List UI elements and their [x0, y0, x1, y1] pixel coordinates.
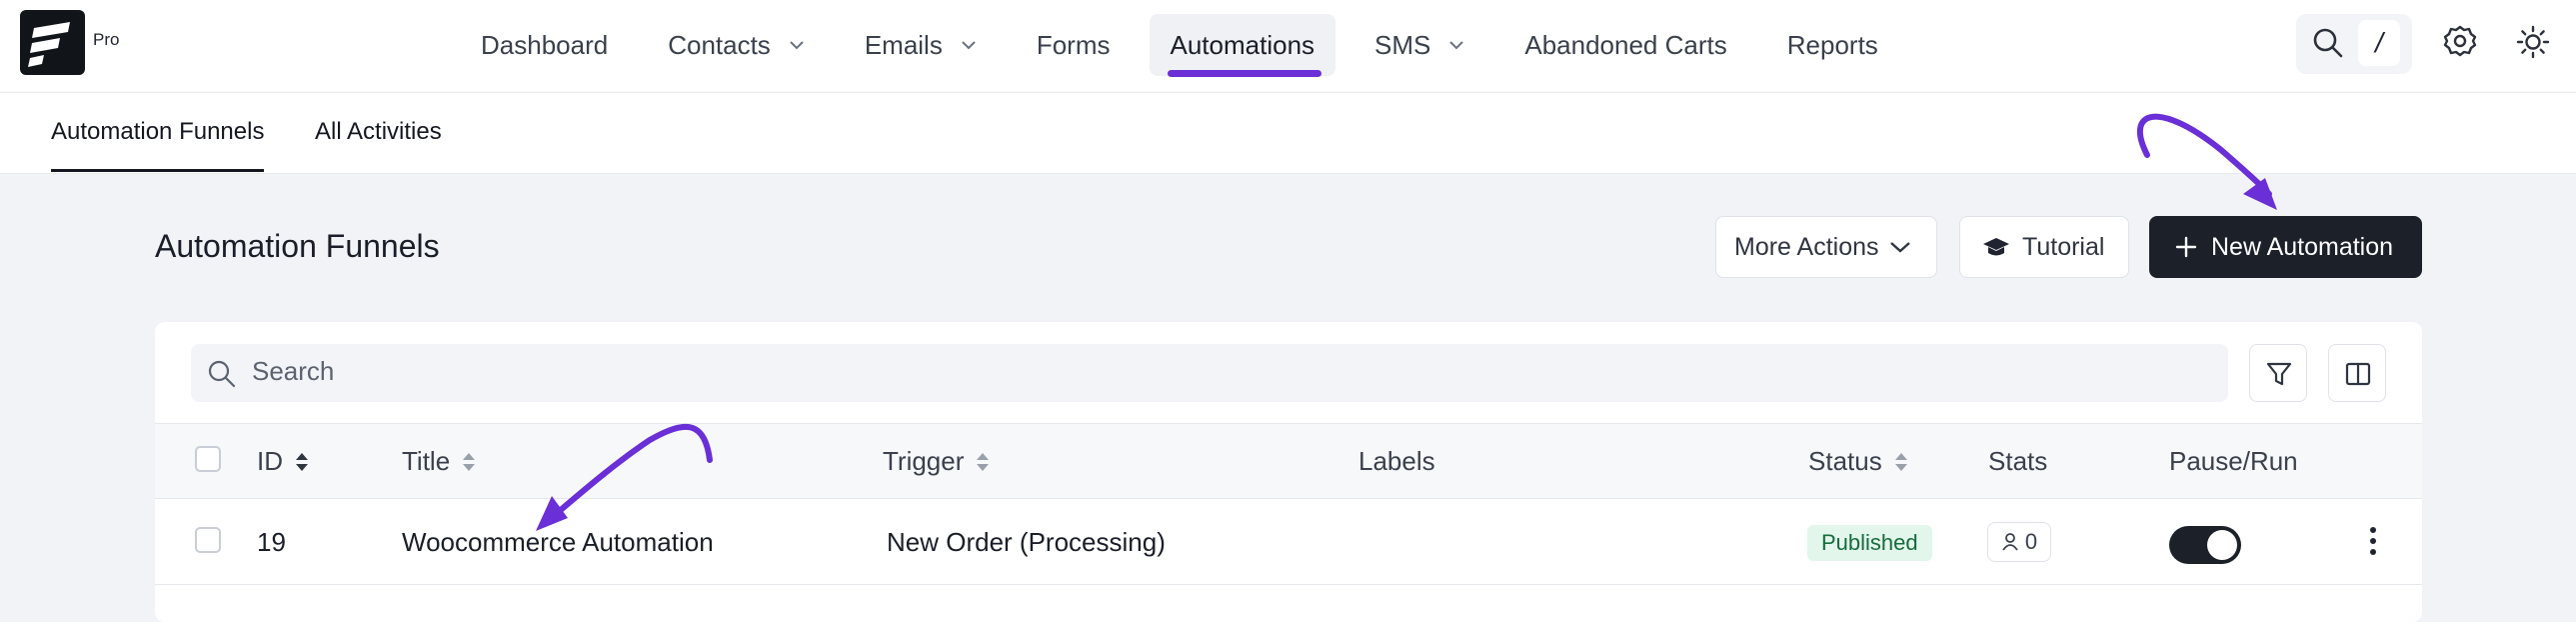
columns-button[interactable]: [2328, 344, 2386, 402]
sun-icon[interactable]: [2515, 24, 2551, 60]
row-title-link[interactable]: Woocommerce Automation: [402, 527, 714, 558]
plus-icon: [2175, 236, 2197, 258]
column-label: Stats: [1988, 446, 2048, 476]
column-pause-run: Pause/Run: [2169, 446, 2298, 477]
stats-button[interactable]: 0: [1987, 522, 2051, 562]
tab-label: All Activities: [315, 118, 442, 145]
column-trigger[interactable]: Trigger: [883, 446, 990, 477]
sort-icon: [296, 452, 308, 471]
nav-abandoned-carts[interactable]: Abandoned Carts: [1503, 14, 1747, 76]
tab-all-activities[interactable]: All Activities: [315, 93, 442, 171]
user-icon: [2002, 533, 2018, 551]
search-icon: [208, 360, 236, 388]
top-navigation-bar: Pro Dashboard Contacts Emails Forms Auto…: [0, 0, 2576, 93]
more-actions-label: More Actions: [1734, 232, 1879, 261]
sub-navigation: Automation Funnels All Activities: [0, 93, 2576, 174]
search-input[interactable]: [191, 344, 2228, 402]
column-label: Pause/Run: [2169, 446, 2298, 476]
chevron-down-icon: [790, 41, 804, 50]
nav-label: Automations: [1170, 29, 1315, 60]
column-status[interactable]: Status: [1808, 446, 1908, 477]
nav-label: Abandoned Carts: [1524, 29, 1727, 60]
graduation-cap-icon: [1983, 238, 2009, 256]
main-nav: Dashboard Contacts Emails Forms Automati…: [460, 14, 1917, 77]
tab-label: Automation Funnels: [51, 118, 265, 145]
tab-automation-funnels[interactable]: Automation Funnels: [51, 93, 265, 172]
more-actions-button[interactable]: More Actions: [1715, 216, 1937, 278]
filter-button[interactable]: [2249, 344, 2307, 402]
select-all-checkbox[interactable]: [195, 446, 221, 472]
status-label: Published: [1821, 530, 1918, 555]
chevron-down-icon: [1889, 242, 1910, 253]
plan-label: Pro: [93, 30, 120, 49]
search-icon: [2313, 28, 2343, 58]
tutorial-label: Tutorial: [2022, 232, 2105, 261]
column-label: Title: [402, 446, 451, 476]
tutorial-button[interactable]: Tutorial: [1959, 216, 2129, 278]
nav-reports[interactable]: Reports: [1766, 14, 1899, 76]
row-id: 19: [257, 527, 286, 557]
gear-icon[interactable]: [2443, 24, 2477, 58]
row-trigger: New Order (Processing): [887, 527, 1166, 557]
nav-dashboard[interactable]: Dashboard: [460, 14, 629, 76]
app-logo[interactable]: [20, 10, 85, 75]
search-shortcut-key: /: [2358, 20, 2400, 66]
nav-sms[interactable]: SMS: [1353, 14, 1485, 76]
nav-label: Contacts: [668, 29, 771, 60]
status-badge: Published: [1807, 525, 1932, 561]
nav-forms[interactable]: Forms: [1016, 14, 1132, 76]
chevron-down-icon: [962, 41, 976, 50]
sort-icon: [463, 452, 476, 471]
search-placeholder: Search: [252, 356, 335, 386]
nav-label: Reports: [1786, 29, 1878, 60]
nav-label: SMS: [1374, 29, 1431, 60]
toggle-knob: [2207, 530, 2237, 560]
nav-label: Emails: [864, 29, 943, 60]
table-header: [155, 423, 2422, 499]
columns-icon: [2345, 362, 2371, 386]
nav-automations[interactable]: Automations: [1149, 14, 1336, 77]
chevron-down-icon: [1449, 41, 1464, 50]
sort-icon: [1894, 452, 1907, 471]
column-label: Labels: [1358, 446, 1435, 476]
nav-contacts[interactable]: Contacts: [647, 14, 826, 76]
new-automation-button[interactable]: New Automation: [2149, 216, 2422, 278]
filter-icon: [2266, 362, 2292, 386]
column-label: Status: [1808, 446, 1882, 476]
new-automation-label: New Automation: [2211, 232, 2394, 261]
column-stats: Stats: [1988, 446, 2047, 477]
column-title[interactable]: Title: [402, 446, 476, 477]
column-labels: Labels: [1358, 446, 1435, 477]
row-checkbox[interactable]: [195, 527, 221, 553]
pause-run-toggle[interactable]: [2169, 526, 2241, 564]
more-vertical-icon[interactable]: [2367, 526, 2379, 556]
logo-icon: [28, 22, 70, 67]
column-id[interactable]: ID: [257, 446, 309, 477]
column-label: ID: [257, 446, 283, 476]
column-label: Trigger: [883, 446, 965, 476]
stats-count: 0: [2024, 529, 2038, 554]
nav-label: Forms: [1036, 29, 1111, 60]
row-divider: [155, 584, 2422, 585]
nav-label: Dashboard: [481, 29, 609, 60]
page-title: Automation Funnels: [155, 228, 440, 264]
sort-icon: [977, 452, 990, 471]
nav-emails[interactable]: Emails: [844, 14, 998, 76]
